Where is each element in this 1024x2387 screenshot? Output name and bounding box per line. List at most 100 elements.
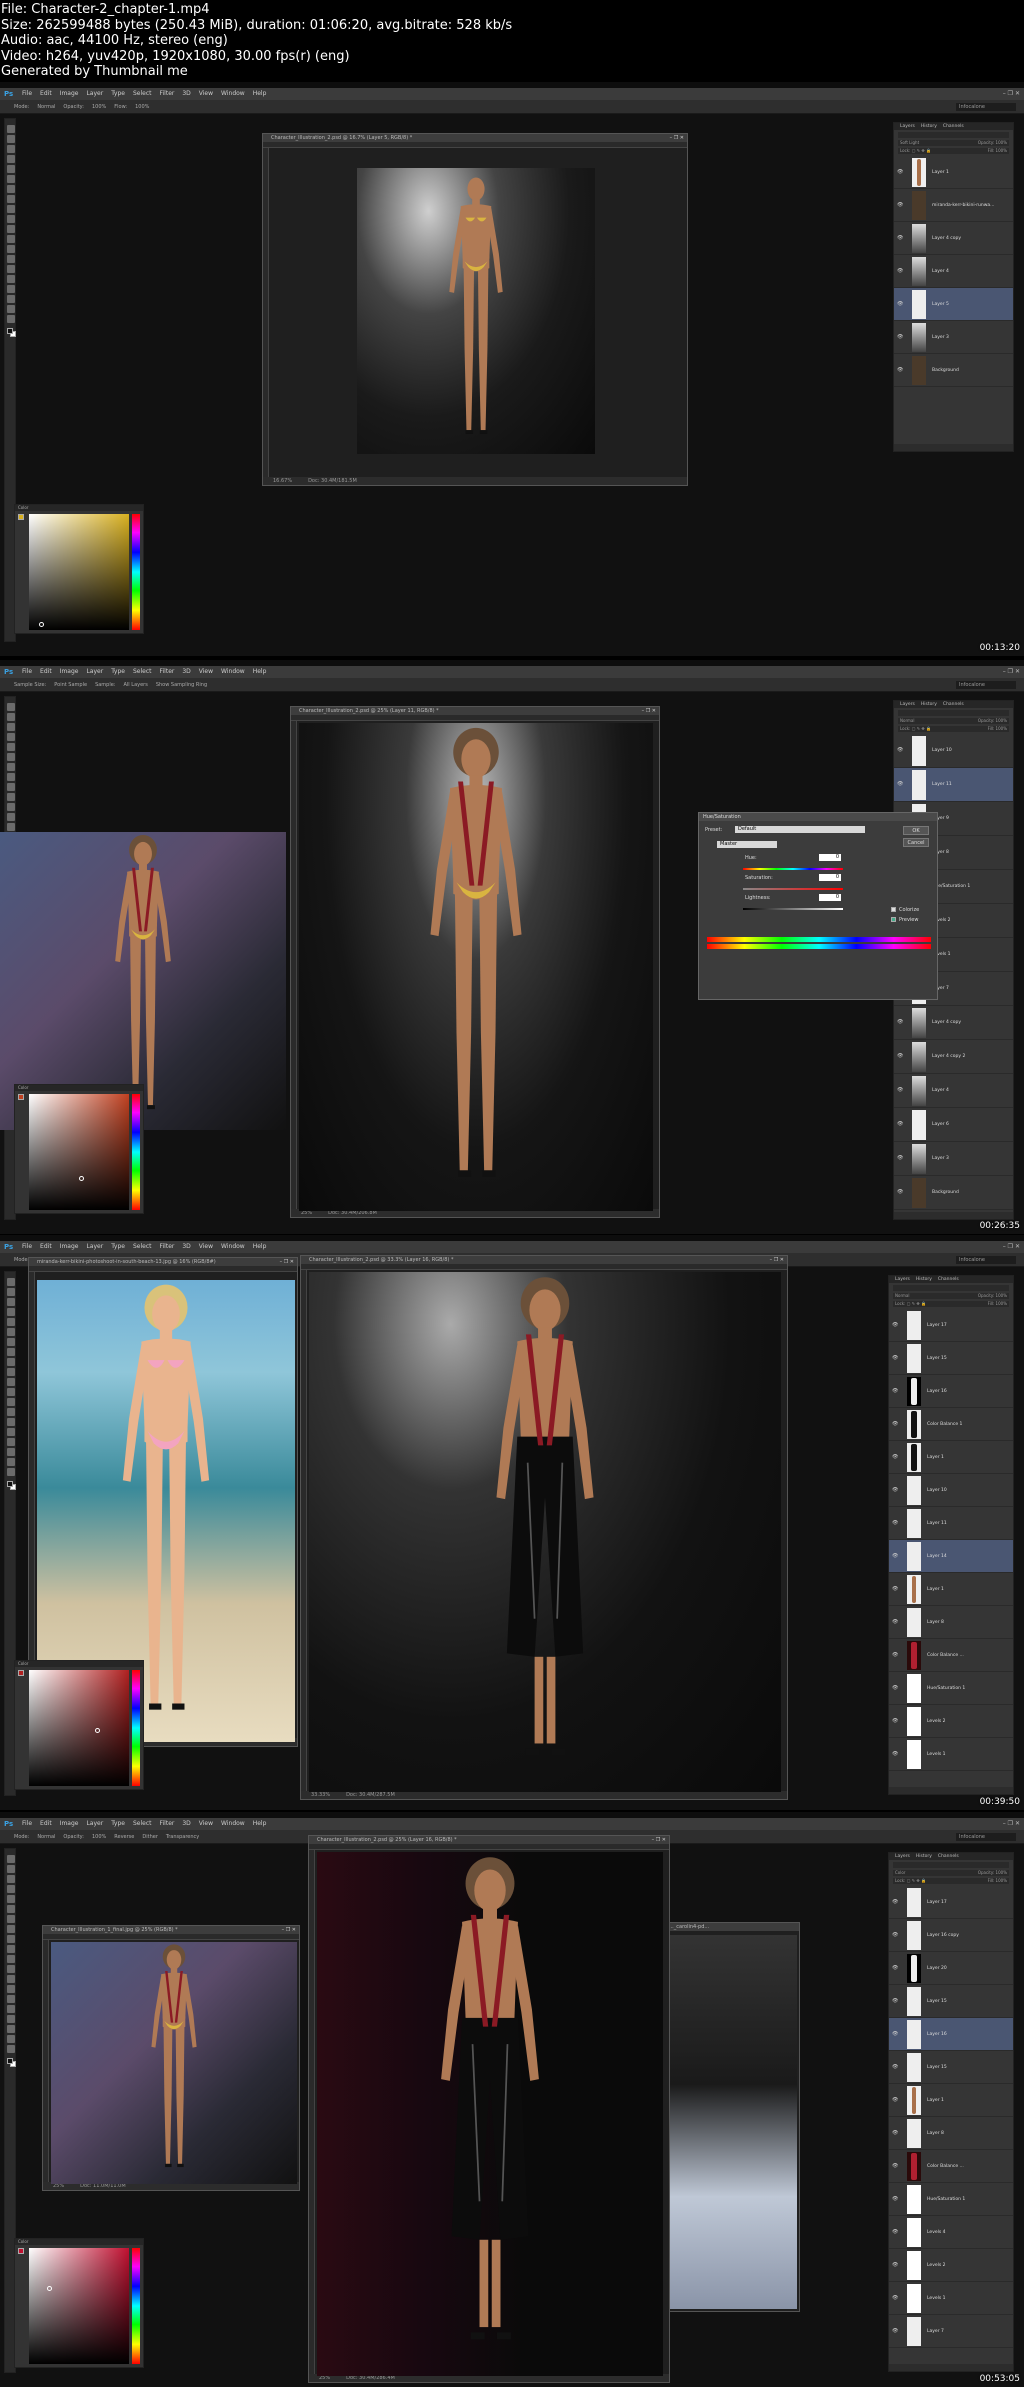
workspace-select[interactable]: Infocalone — [956, 103, 1016, 111]
eye-icon[interactable]: 👁 — [892, 1718, 898, 1724]
layer-row[interactable]: 👁 Layer 16 copy — [889, 1919, 1013, 1952]
hue-slider[interactable] — [132, 2248, 140, 2364]
fill-field[interactable]: Fill: 100% — [988, 1301, 1007, 1307]
layer-row[interactable]: 👁 Layer 6 — [894, 1108, 1013, 1142]
saturation-field[interactable]: 0 — [819, 874, 841, 881]
menu-filter[interactable]: Filter — [160, 668, 175, 675]
tab-history[interactable]: History — [921, 124, 937, 129]
layer-row[interactable]: 👁 Layer 7 — [889, 2315, 1013, 2348]
blur-tool-icon[interactable] — [7, 1398, 15, 1406]
color-field[interactable] — [29, 2248, 129, 2364]
eraser-tool-icon[interactable] — [7, 1378, 15, 1386]
eye-icon[interactable]: 👁 — [892, 1355, 898, 1361]
eye-icon[interactable]: 👁 — [892, 2328, 898, 2334]
ok-button[interactable]: OK — [903, 826, 929, 835]
tab-layers[interactable]: Layers — [895, 1277, 910, 1282]
layer-row[interactable]: 👁 Layer 3 — [894, 321, 1013, 354]
move-tool-icon[interactable] — [7, 1278, 15, 1286]
option-item[interactable]: 100% — [92, 1834, 106, 1840]
foreground-color-swatch[interactable] — [18, 2248, 24, 2254]
option-item[interactable]: Sample: — [95, 682, 115, 688]
color-field[interactable] — [29, 1094, 129, 1210]
layer-row[interactable]: 👁 Layer 5 — [894, 288, 1013, 321]
eye-icon[interactable]: 👁 — [892, 2196, 898, 2202]
eye-icon[interactable]: 👁 — [892, 2229, 898, 2235]
tab-channels[interactable]: Channels — [938, 1277, 959, 1282]
menu-help[interactable]: Help — [253, 1243, 267, 1250]
path-select-icon[interactable] — [7, 2015, 15, 2023]
gradient-tool-icon[interactable] — [7, 235, 15, 243]
marquee-tool-icon[interactable] — [7, 1865, 15, 1873]
layer-row[interactable]: 👁 Layer 8 — [889, 2117, 1013, 2150]
eye-icon[interactable]: 👁 — [892, 1998, 898, 2004]
opacity-field[interactable]: Opacity: 100% — [978, 140, 1007, 146]
menu-file[interactable]: File — [22, 1243, 32, 1250]
color-panel-tab[interactable]: Color — [15, 2239, 143, 2245]
document-window-controls[interactable]: – ❐ ✕ — [652, 1836, 666, 1844]
option-item[interactable]: Normal — [37, 1834, 55, 1840]
menu-filter[interactable]: Filter — [160, 1820, 175, 1827]
quick-select-icon[interactable] — [7, 1308, 15, 1316]
window-controls[interactable]: – ❐ ✕ — [1003, 666, 1020, 678]
brush-tool-icon[interactable] — [7, 1925, 15, 1933]
option-item[interactable]: Opacity: — [63, 1834, 84, 1840]
lightness-slider[interactable] — [743, 908, 843, 910]
menu-image[interactable]: Image — [60, 1243, 79, 1250]
document-tab[interactable]: ..._carolin4-pd... — [661, 1923, 799, 1931]
color-picker-ring[interactable] — [95, 1728, 100, 1733]
layer-row[interactable]: 👁 Layer 3 — [894, 1142, 1013, 1176]
tab-layers[interactable]: Layers — [895, 1854, 910, 1859]
menu-type[interactable]: Type — [111, 1820, 125, 1827]
quick-select-icon[interactable] — [7, 733, 15, 741]
color-panel-tab[interactable]: Color — [15, 505, 143, 511]
option-item[interactable]: Point Sample — [54, 682, 87, 688]
document-window[interactable]: Character_Illustration_2.psd @ 16.7% (La… — [262, 133, 688, 486]
menu-select[interactable]: Select — [133, 668, 152, 675]
option-item[interactable]: Reverse — [114, 1834, 134, 1840]
menu-3d[interactable]: 3D — [182, 668, 190, 675]
menu-image[interactable]: Image — [60, 1820, 79, 1827]
layer-row[interactable]: 👁 Layer 15 — [889, 1985, 1013, 2018]
color-picker-ring[interactable] — [79, 1176, 84, 1181]
layer-row[interactable]: 👁 Background — [894, 354, 1013, 387]
foreground-color-swatch[interactable] — [7, 2058, 13, 2064]
lasso-tool-icon[interactable] — [7, 145, 15, 153]
eye-icon[interactable]: 👁 — [892, 2295, 898, 2301]
eye-icon[interactable]: 👁 — [892, 2262, 898, 2268]
pen-tool-icon[interactable] — [7, 1995, 15, 2003]
lasso-tool-icon[interactable] — [7, 1875, 15, 1883]
dodge-tool-icon[interactable] — [7, 1985, 15, 1993]
pen-tool-icon[interactable] — [7, 265, 15, 273]
move-tool-icon[interactable] — [7, 1855, 15, 1863]
channel-select[interactable]: Master — [717, 841, 777, 848]
document-window-controls[interactable]: – ❐ ✕ — [670, 134, 684, 142]
menu-type[interactable]: Type — [111, 90, 125, 97]
document-tab[interactable]: Character_Illustration_2.psd @ 25% (Laye… — [309, 1836, 669, 1844]
move-tool-icon[interactable] — [7, 125, 15, 133]
hue-slider[interactable] — [132, 1094, 140, 1210]
option-item[interactable]: Transparency — [166, 1834, 199, 1840]
gradient-tool-icon[interactable] — [7, 1965, 15, 1973]
document-tab[interactable]: Character_Illustration_2.psd @ 16.7% (La… — [263, 134, 687, 142]
tab-channels[interactable]: Channels — [943, 702, 964, 707]
fill-field[interactable]: Fill: 100% — [988, 1878, 1007, 1884]
menu-layer[interactable]: Layer — [86, 1243, 103, 1250]
pen-tool-icon[interactable] — [7, 1418, 15, 1426]
eye-icon[interactable]: 👁 — [892, 2163, 898, 2169]
shape-tool-icon[interactable] — [7, 2025, 15, 2033]
type-tool-icon[interactable] — [7, 275, 15, 283]
clone-stamp-icon[interactable] — [7, 1935, 15, 1943]
crop-tool-icon[interactable] — [7, 165, 15, 173]
menu-layer[interactable]: Layer — [86, 90, 103, 97]
clone-stamp-icon[interactable] — [7, 1358, 15, 1366]
gradient-tool-icon[interactable] — [7, 813, 15, 821]
reference-document-window-2[interactable]: ..._carolin4-pd... — [660, 1922, 800, 2312]
blur-tool-icon[interactable] — [7, 245, 15, 253]
layer-row[interactable]: 👁 Layer 1 — [889, 1573, 1013, 1606]
option-item[interactable]: Mode: — [14, 104, 29, 110]
layer-row[interactable]: 👁 Layer 4 copy 2 — [894, 1040, 1013, 1074]
color-panel-tab[interactable]: Color — [15, 1661, 143, 1667]
layer-row[interactable]: 👁 Layer 15 — [889, 1342, 1013, 1375]
blend-mode-select[interactable]: Normal — [900, 718, 914, 723]
layer-row[interactable]: 👁 Levels 1 — [889, 2282, 1013, 2315]
